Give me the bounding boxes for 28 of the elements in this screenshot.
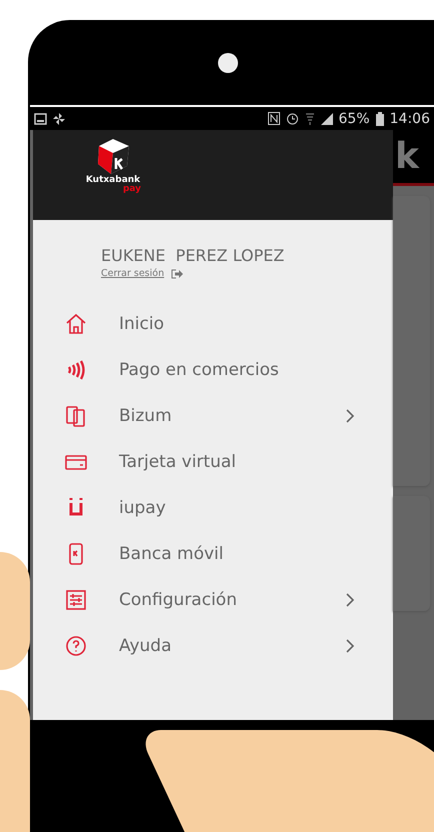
logout-icon <box>171 268 184 278</box>
menu-item[interactable]: Bizum <box>33 393 393 439</box>
nfc-icon <box>268 112 280 125</box>
contactless-icon <box>65 359 87 381</box>
camera-dot <box>218 52 238 72</box>
menu-item[interactable]: Banca móvil <box>33 531 393 577</box>
app-logo-letter: k <box>395 136 419 177</box>
sliders-icon <box>65 589 87 611</box>
menu-item[interactable]: Inicio <box>33 301 393 347</box>
brand-name: Kutxabank <box>86 176 140 185</box>
menu-item[interactable]: iupay <box>33 485 393 531</box>
home-icon <box>65 313 87 335</box>
menu-item[interactable]: Ayuda <box>33 623 393 669</box>
clock-time: 14:06 <box>390 110 430 126</box>
image-icon <box>34 112 47 124</box>
menu-item[interactable]: Tarjeta virtual <box>33 439 393 485</box>
alarm-icon <box>286 112 299 125</box>
user-name: EUKENE PEREZ LOPEZ <box>101 246 286 265</box>
brand-subtitle: pay <box>122 185 142 193</box>
pinwheel-icon <box>53 112 65 124</box>
signal-icon <box>320 112 333 124</box>
help-icon <box>65 635 87 657</box>
battery-icon <box>376 112 384 126</box>
logout-link[interactable]: Cerrar sesión <box>101 268 164 279</box>
menu-item[interactable]: Configuración <box>33 577 393 623</box>
battery-percent: 65% <box>338 110 370 126</box>
menu-item[interactable]: Pago en comercios <box>33 347 393 393</box>
two-phones-icon <box>65 405 87 427</box>
